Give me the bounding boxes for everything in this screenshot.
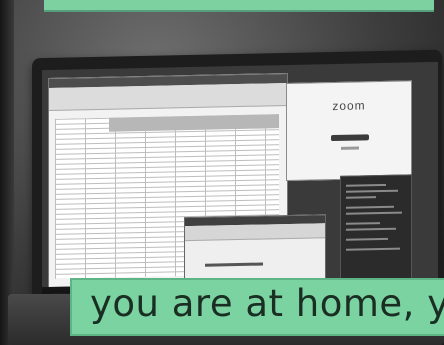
terminal-line — [346, 205, 394, 209]
zoom-logo: zoom — [332, 98, 366, 114]
zoom-window: zoom — [286, 80, 412, 182]
document-text-bar — [205, 262, 263, 267]
laptop-screen: zoom — [42, 61, 438, 295]
top-banner-strip — [44, 0, 434, 12]
zoom-join-button — [331, 134, 369, 142]
terminal-line — [346, 183, 386, 187]
document-ribbon — [185, 223, 325, 242]
caption-banner: you are at home, yo — [70, 278, 444, 336]
terminal-line — [346, 237, 388, 241]
terminal-line — [346, 189, 398, 193]
photo-scene: zoom you are at home, yo — [0, 0, 444, 345]
spreadsheet-ribbon — [49, 83, 287, 112]
zoom-signin-link — [341, 146, 359, 150]
terminal-line — [346, 196, 376, 199]
caption-text: you are at home, yo — [90, 282, 444, 325]
terminal-line — [346, 211, 402, 215]
terminal-window — [340, 174, 412, 282]
terminal-line — [346, 222, 380, 225]
terminal-line — [346, 247, 400, 251]
terminal-line — [346, 227, 396, 231]
